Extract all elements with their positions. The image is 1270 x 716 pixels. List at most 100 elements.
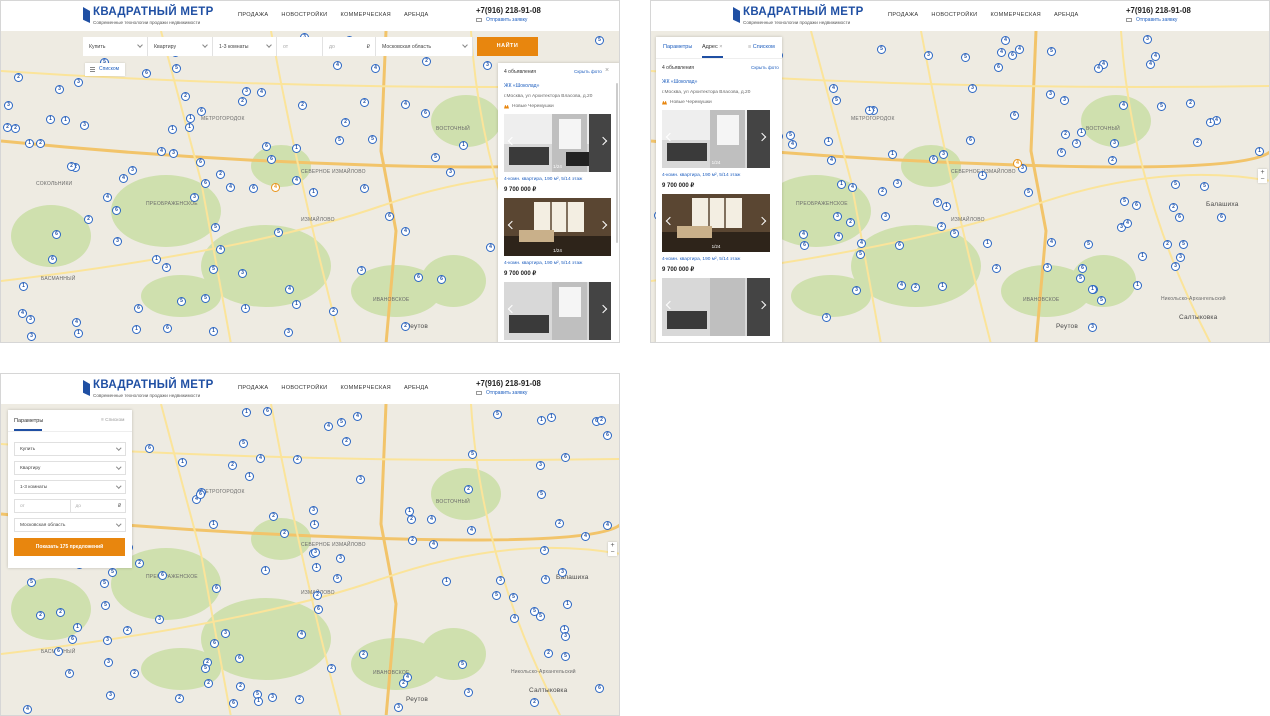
- map-pin-icon[interactable]: 1: [1077, 128, 1086, 137]
- close-icon[interactable]: ×: [605, 67, 609, 74]
- map-pin-icon[interactable]: 3: [1171, 262, 1180, 271]
- map-pin-icon[interactable]: 2: [36, 139, 45, 148]
- map-pin-icon[interactable]: 5: [431, 153, 440, 162]
- map-pin-icon[interactable]: 3: [55, 85, 64, 94]
- map-pin-icon[interactable]: 6: [145, 444, 154, 453]
- map-pin-icon[interactable]: 5: [337, 418, 346, 427]
- map-pin-icon[interactable]: 3: [309, 506, 318, 515]
- map-pin-icon[interactable]: 5: [239, 439, 248, 448]
- zoom-in-icon[interactable]: +: [1258, 169, 1267, 176]
- map-pin-icon[interactable]: 6: [212, 584, 221, 593]
- nav-item-rent[interactable]: АРЕНДА: [404, 12, 429, 18]
- map-pin-icon[interactable]: 3: [4, 101, 13, 110]
- map-pin-icon[interactable]: 1: [442, 577, 451, 586]
- map-pin-icon[interactable]: 5: [274, 228, 283, 237]
- map-pin-icon[interactable]: 1: [537, 416, 546, 425]
- map-pin-icon[interactable]: 3: [536, 461, 545, 470]
- map-pin-icon[interactable]: 6: [163, 324, 172, 333]
- deal-select[interactable]: Купить: [83, 37, 148, 56]
- map-pin-icon[interactable]: 5: [493, 410, 502, 419]
- map-pin-icon[interactable]: 2: [236, 682, 245, 691]
- map-pin-icon[interactable]: 2: [464, 485, 473, 494]
- map-pin-icon[interactable]: 6: [48, 255, 57, 264]
- rooms-select[interactable]: 1-3 комнаты: [213, 37, 277, 56]
- map-pin-icon[interactable]: 1: [1088, 285, 1097, 294]
- map-pin-icon[interactable]: 5: [1200, 182, 1209, 191]
- map-pin-icon[interactable]: 6: [1175, 213, 1184, 222]
- nav-item-rent[interactable]: АРЕНДА: [1054, 12, 1079, 18]
- map-pin-icon[interactable]: 2: [269, 512, 278, 521]
- map-pin-icon[interactable]: 1: [254, 697, 263, 706]
- map-pin-icon[interactable]: 4: [788, 140, 797, 149]
- map-pin-icon[interactable]: 4: [541, 575, 550, 584]
- map-pin-icon[interactable]: 2: [238, 97, 247, 106]
- map-pin-icon[interactable]: 1: [837, 180, 846, 189]
- map-pin-icon[interactable]: 3: [169, 149, 178, 158]
- map-pin-icon[interactable]: 5: [1024, 188, 1033, 197]
- map-pin-icon[interactable]: 3: [893, 179, 902, 188]
- nav-item-commercial[interactable]: КОММЕРЧЕСКАЯ: [341, 12, 391, 18]
- map-pin-icon[interactable]: 4: [467, 526, 476, 535]
- map-pin-icon[interactable]: 1: [73, 623, 82, 632]
- map-pin-icon[interactable]: 4: [1123, 219, 1132, 228]
- nav-item-commercial[interactable]: КОММЕРЧЕСКАЯ: [341, 385, 391, 391]
- map-pin-icon[interactable]: 6: [68, 635, 77, 644]
- price-from-input[interactable]: от: [14, 499, 71, 513]
- map-pin-icon[interactable]: 1: [209, 520, 218, 529]
- map-pin-icon[interactable]: 1: [74, 329, 83, 338]
- zoom-out-icon[interactable]: −: [1258, 176, 1267, 183]
- send-request-link[interactable]: Отправить заявку: [476, 390, 527, 396]
- map-pin-icon[interactable]: 2: [3, 123, 12, 132]
- map-pin-icon[interactable]: 6: [197, 107, 206, 116]
- map-pin-icon[interactable]: 5: [537, 490, 546, 499]
- map-pin-icon[interactable]: 5: [492, 591, 501, 600]
- map-pin-icon[interactable]: 2: [422, 57, 431, 66]
- map-pin-icon[interactable]: 3: [221, 629, 230, 638]
- logo[interactable]: КВАДРАТНЫЙ МЕТР Современные технологии п…: [733, 6, 864, 25]
- map-pin-icon[interactable]: 6: [52, 230, 61, 239]
- map-pin-icon[interactable]: 4: [581, 532, 590, 541]
- price-to-input[interactable]: до ₽: [323, 37, 376, 56]
- map-pin-icon[interactable]: 4: [1119, 101, 1128, 110]
- map-pin-icon[interactable]: 3: [939, 150, 948, 159]
- map-pin-icon[interactable]: 4: [18, 309, 27, 318]
- map-pin-icon[interactable]: 4: [292, 176, 301, 185]
- listing-photo[interactable]: 1/24: [504, 114, 611, 172]
- list-toggle[interactable]: ≡ Списком: [748, 44, 775, 50]
- rooms-select[interactable]: 1-3 комнаты: [14, 480, 126, 494]
- map-pin-icon[interactable]: 5: [468, 450, 477, 459]
- map-pin-icon[interactable]: 3: [1046, 90, 1055, 99]
- map-pin-icon[interactable]: 4: [429, 540, 438, 549]
- map-pin-icon[interactable]: 1: [185, 123, 194, 132]
- selected-map-pin-icon[interactable]: 4: [271, 183, 280, 192]
- list-toggle[interactable]: Списком: [85, 63, 125, 76]
- map-pin-icon[interactable]: 4: [216, 245, 225, 254]
- map-pin-icon[interactable]: 6: [201, 179, 210, 188]
- map-pin-icon[interactable]: 3: [833, 212, 842, 221]
- type-select[interactable]: Квартиру: [14, 461, 126, 475]
- map-pin-icon[interactable]: 5: [509, 593, 518, 602]
- map-pin-icon[interactable]: 1: [938, 282, 947, 291]
- map-pin-icon[interactable]: 3: [1043, 263, 1052, 272]
- map-pin-icon[interactable]: 1: [978, 171, 987, 180]
- map-pin-icon[interactable]: 2: [228, 461, 237, 470]
- map-pin-icon[interactable]: 1: [1133, 281, 1142, 290]
- map-pin-icon[interactable]: 5: [1120, 197, 1129, 206]
- map-pin-icon[interactable]: 5: [1171, 180, 1180, 189]
- map-pin-icon[interactable]: 6: [235, 654, 244, 663]
- map-pin-icon[interactable]: 6: [437, 275, 446, 284]
- map-pin-icon[interactable]: 1: [1138, 252, 1147, 261]
- map-pin-icon[interactable]: 2: [14, 73, 23, 82]
- map-pin-icon[interactable]: 3: [26, 315, 35, 324]
- map-pin-icon[interactable]: 2: [84, 215, 93, 224]
- map-pin-icon[interactable]: 3: [852, 286, 861, 295]
- type-select[interactable]: Квартиру: [148, 37, 213, 56]
- map-pin-icon[interactable]: 1: [61, 116, 70, 125]
- map-pin-icon[interactable]: 1: [1255, 147, 1264, 156]
- map-pin-icon[interactable]: 2: [992, 264, 1001, 273]
- map-pin-icon[interactable]: 3: [74, 78, 83, 87]
- complex-title[interactable]: ЖК «Шоколад»: [504, 83, 619, 89]
- map-pin-icon[interactable]: 2: [204, 679, 213, 688]
- map-pin-icon[interactable]: 6: [414, 273, 423, 282]
- map-pin-icon[interactable]: 2: [1193, 138, 1202, 147]
